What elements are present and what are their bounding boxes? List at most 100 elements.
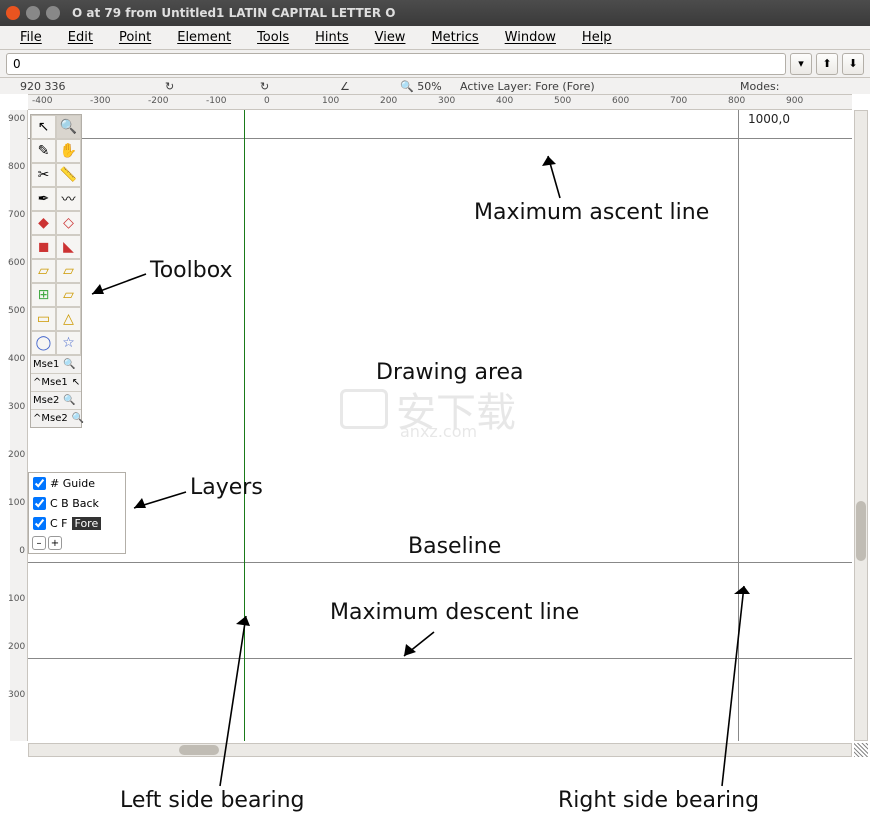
guide-visible-checkbox[interactable]	[33, 477, 46, 490]
menu-file[interactable]: File	[8, 28, 54, 47]
close-icon[interactable]	[6, 6, 20, 20]
minimize-icon[interactable]	[26, 6, 40, 20]
menu-tools[interactable]: Tools	[245, 28, 301, 47]
left-side-bearing-line	[244, 110, 245, 741]
spiro-tool-icon[interactable]: 〰	[56, 187, 81, 211]
ruler-tick: 700	[8, 210, 25, 220]
scroll-thumb[interactable]	[856, 501, 866, 561]
ruler-tick: -200	[148, 96, 168, 106]
rotate-indicator-icon: ↻	[165, 80, 174, 93]
menu-view[interactable]: View	[363, 28, 418, 47]
resize-grip-icon[interactable]	[854, 743, 868, 757]
mse1-label: Mse1 🔍	[31, 355, 81, 373]
rect-tool-icon[interactable]: ▭	[31, 307, 56, 331]
drawing-canvas[interactable]: 1000,0	[28, 110, 852, 741]
ruler-tick: 0	[8, 546, 25, 556]
corner-point-icon[interactable]: ◼	[31, 235, 56, 259]
baseline	[28, 562, 852, 563]
ruler-tick: 900	[8, 114, 25, 124]
ruler-tick: 800	[728, 96, 745, 106]
layers-panel: # Guide C B Back C F Fore – +	[28, 472, 126, 554]
coord-readout: 1000,0	[748, 112, 790, 126]
menu-help[interactable]: Help	[570, 28, 624, 47]
menu-hints[interactable]: Hints	[303, 28, 361, 47]
ruler-tick: 200	[380, 96, 397, 106]
ruler-tick: 500	[8, 306, 25, 316]
wordlist-dropdown-button[interactable]: ▾	[790, 53, 812, 75]
annot-rsb: Right side bearing	[558, 788, 759, 813]
scale-tool-icon[interactable]: ▱	[31, 259, 56, 283]
ruler-tick: 100	[8, 498, 25, 508]
ruler-tick: 600	[8, 258, 25, 268]
angle-indicator-icon: ∠	[340, 80, 350, 93]
scroll-thumb[interactable]	[179, 745, 219, 755]
ruler-tick: 200	[8, 642, 25, 652]
wordlist-prev-button[interactable]: ⬆	[816, 53, 838, 75]
window-titlebar: O at 79 from Untitled1 LATIN CAPITAL LET…	[0, 0, 870, 26]
menu-element[interactable]: Element	[165, 28, 243, 47]
layer-fore[interactable]: C F Fore	[29, 513, 125, 533]
pen-tool-icon[interactable]: ✒	[31, 187, 56, 211]
knife-tool-icon[interactable]: ✂	[31, 163, 56, 187]
ruler-tick: 300	[438, 96, 455, 106]
horizontal-scrollbar[interactable]	[28, 743, 852, 757]
ruler-horizontal[interactable]: -400 -300 -200 -100 0 100 200 300 400 50…	[28, 94, 852, 110]
mse2c-label: ^Mse2 🔍	[31, 409, 81, 427]
ruler-vertical[interactable]: 900 800 700 600 500 400 300 200 100 0 10…	[10, 110, 28, 741]
hvcurve-point-icon[interactable]: ◇	[56, 211, 81, 235]
star-tool-icon[interactable]: ☆	[56, 331, 81, 355]
layer-guide[interactable]: # Guide	[29, 473, 125, 493]
menu-metrics[interactable]: Metrics	[419, 28, 490, 47]
ruler-tick: -300	[90, 96, 110, 106]
ruler-tick: 300	[8, 690, 25, 700]
flip-tool-icon[interactable]: ⊞	[31, 283, 56, 307]
descent-line	[28, 658, 852, 659]
ruler-tick: 400	[8, 354, 25, 364]
toolbox: ↖ 🔍 ✎ ✋ ✂ 📏 ✒ 〰 ◆ ◇ ◼ ◣ ▱ ▱ ⊞ ▱ ▭ △ ◯ ☆ …	[30, 114, 82, 428]
ascent-line	[28, 138, 852, 139]
info-bar: 920 336 ↻ ↻ ∠ 🔍 50% Active Layer: Fore (…	[0, 78, 870, 94]
polygon-tool-icon[interactable]: △	[56, 307, 81, 331]
layer-back[interactable]: C B Back	[29, 493, 125, 513]
add-layer-button[interactable]: +	[48, 536, 62, 550]
window-title: O at 79 from Untitled1 LATIN CAPITAL LET…	[72, 6, 395, 20]
back-visible-checkbox[interactable]	[33, 497, 46, 510]
fore-visible-checkbox[interactable]	[33, 517, 46, 530]
freehand-tool-icon[interactable]: ✎	[31, 139, 56, 163]
ruler-tick: -400	[32, 96, 52, 106]
ruler-tick: 700	[670, 96, 687, 106]
vertical-scrollbar[interactable]	[854, 110, 868, 741]
magnify-tool-icon[interactable]: 🔍	[56, 115, 81, 139]
menubar: File Edit Point Element Tools Hints View…	[0, 26, 870, 50]
ruler-tick: 400	[496, 96, 513, 106]
ruler-tool-icon[interactable]: 📏	[56, 163, 81, 187]
ruler-tick: 0	[264, 96, 270, 106]
ruler-tick: 500	[554, 96, 571, 106]
glyph-text-row: ▾ ⬆ ⬇	[0, 50, 870, 78]
zoom-level: 🔍 50%	[400, 80, 442, 93]
curve-point-icon[interactable]: ◆	[31, 211, 56, 235]
hand-tool-icon[interactable]: ✋	[56, 139, 81, 163]
menu-point[interactable]: Point	[107, 28, 163, 47]
ruler-tick: 100	[8, 594, 25, 604]
modes-label: Modes:	[740, 80, 779, 93]
menu-window[interactable]: Window	[493, 28, 568, 47]
wordlist-next-button[interactable]: ⬇	[842, 53, 864, 75]
remove-layer-button[interactable]: –	[32, 536, 46, 550]
ruler-tick: 900	[786, 96, 803, 106]
active-layer-label: Active Layer: Fore (Fore)	[460, 80, 595, 93]
tangent-point-icon[interactable]: ◣	[56, 235, 81, 259]
ruler-tick: -100	[206, 96, 226, 106]
ruler-tick: 100	[322, 96, 339, 106]
menu-edit[interactable]: Edit	[56, 28, 105, 47]
mse2-label: Mse2 🔍	[31, 391, 81, 409]
ruler-tick: 200	[8, 450, 25, 460]
cursor-coords: 920 336	[20, 80, 66, 93]
ruler-tick: 600	[612, 96, 629, 106]
rotate-tool-icon[interactable]: ▱	[56, 259, 81, 283]
maximize-icon[interactable]	[46, 6, 60, 20]
ellipse-tool-icon[interactable]: ◯	[31, 331, 56, 355]
glyph-text-input[interactable]	[6, 53, 786, 75]
pointer-tool-icon[interactable]: ↖	[31, 115, 56, 139]
skew-tool-icon[interactable]: ▱	[56, 283, 81, 307]
